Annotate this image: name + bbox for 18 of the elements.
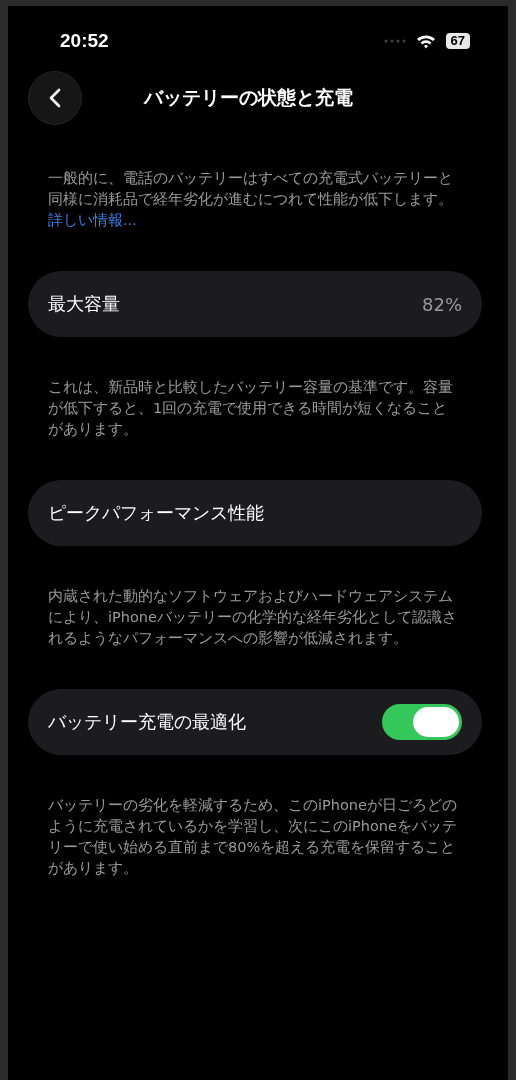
setting-label: 最大容量 <box>48 292 120 316</box>
signal-icon <box>383 39 406 43</box>
setting-description: これは、新品時と比較したバッテリー容量の基準です。容量が低下すると、1回の充電で使用できる時間が短くなることがあります。 <box>48 378 454 439</box>
setting-label: ピークパフォーマンス性能 <box>48 501 264 525</box>
back-chevron-icon <box>49 88 61 108</box>
setting-row[interactable]: バッテリー充電の最適化 <box>28 689 482 755</box>
learn-more-link[interactable]: 詳しい情報... <box>48 212 137 228</box>
intro-text: 一般的に、電話のバッテリーはすべての充電式バッテリーと同様に消耗品で経年劣化が進むにつれて性能が低下します。 詳しい情報... <box>48 169 454 230</box>
setting-label: バッテリー充電の最適化 <box>48 710 246 734</box>
setting-description: 内蔵された動的なソフトウェアおよびハードウェアシステムにより、iPhoneバッテリーの化学的な経年劣化として認識されるようなパフォーマンスへの影響が低減されます。 <box>48 587 458 648</box>
setting-value: 82% <box>422 293 462 315</box>
toggle-switch[interactable] <box>382 704 462 740</box>
status-time: 20:52 <box>60 30 109 52</box>
wifi-icon <box>415 33 436 49</box>
screen-title: バッテリーの状態と充電 <box>144 85 353 110</box>
back-button[interactable] <box>28 71 82 125</box>
setting-description: バッテリーの劣化を軽減するため、このiPhoneが日ごろどのように充電されているかを学習し、次にこのiPhoneをバッテリーで使い始める直前まで80%を超える充電を保留することがあります。 <box>48 796 458 878</box>
battery-indicator: 67 <box>445 33 470 49</box>
